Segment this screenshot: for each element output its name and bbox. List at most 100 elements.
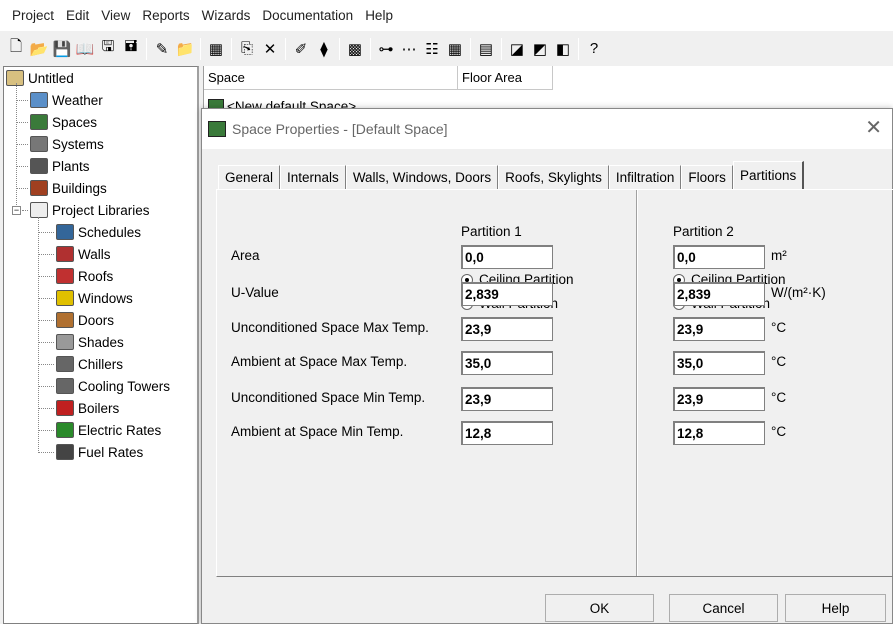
edit-icon[interactable]: ✐: [291, 39, 311, 59]
tree-connector: [22, 210, 28, 211]
tree-item-electric-rates[interactable]: Electric Rates: [56, 419, 161, 441]
tree-item-project-libraries[interactable]: Project Libraries: [30, 199, 150, 221]
p2-value-field[interactable]: 12,8: [673, 421, 765, 445]
project-tree: Untitled Weather Spaces Systems Plants Buildi…: [3, 66, 199, 624]
grid-view-icon[interactable]: ▦: [445, 39, 465, 59]
tree-item-spaces[interactable]: Spaces: [30, 111, 97, 133]
tree-item-label: Roofs: [78, 268, 114, 284]
tab-internals[interactable]: Internals: [280, 165, 346, 189]
tree-item-label: Spaces: [52, 114, 98, 130]
save-as-icon[interactable]: 🖫: [98, 38, 118, 59]
tree-item-label: Untitled: [28, 70, 74, 86]
menu-wizards[interactable]: Wizards: [196, 8, 257, 23]
save-all-icon[interactable]: 🖬: [121, 38, 141, 59]
tree-item-buildings[interactable]: Buildings: [30, 177, 107, 199]
row-label: U-Value: [231, 285, 279, 300]
ok-button[interactable]: OK: [545, 594, 654, 622]
pin-icon[interactable]: ⧫: [314, 39, 334, 59]
connect-icon[interactable]: ⋯: [399, 39, 419, 59]
tree-item-cooling-towers[interactable]: Cooling Towers: [56, 375, 170, 397]
book-icon[interactable]: 📖: [75, 39, 95, 59]
partition2-heading: Partition 2: [673, 224, 734, 239]
p1-value-field[interactable]: 23,9: [461, 387, 553, 411]
tree-connector: [38, 254, 54, 255]
new-icon[interactable]: 🗋: [6, 38, 26, 59]
folder-arrow-icon[interactable]: 📁: [175, 39, 195, 59]
menu-edit[interactable]: Edit: [60, 8, 95, 23]
column-divider: [636, 190, 638, 576]
wizard-icon[interactable]: ✎: [152, 39, 172, 59]
tree-item-boilers[interactable]: Boilers: [56, 397, 119, 419]
chart-icon[interactable]: ▩: [345, 39, 365, 59]
building-icon[interactable]: ▦: [206, 39, 226, 59]
p1-value-field[interactable]: 12,8: [461, 421, 553, 445]
menu-project[interactable]: Project: [6, 8, 60, 23]
p1-value-field[interactable]: 0,0: [461, 245, 553, 269]
p2-value-field[interactable]: 2,839: [673, 282, 765, 306]
cancel-button[interactable]: Cancel: [669, 594, 778, 622]
help-button[interactable]: Help: [785, 594, 886, 622]
report-icon[interactable]: ◪: [507, 39, 527, 59]
tree-connector: [38, 342, 54, 343]
tree-item-plants[interactable]: Plants: [30, 155, 90, 177]
tree-item-label: Weather: [52, 92, 103, 108]
plants-icon: [30, 158, 48, 174]
tree-connector: [38, 452, 54, 453]
tab-roofs-skylights[interactable]: Roofs, Skylights: [498, 165, 609, 189]
tab-floors[interactable]: Floors: [681, 165, 733, 189]
tree-connector: [38, 320, 54, 321]
toolbar-separator: [146, 37, 147, 60]
tree-item-walls[interactable]: Walls: [56, 243, 111, 265]
windows-icon: [56, 290, 74, 306]
toolbar-separator: [285, 37, 286, 60]
tree-item-label: Fuel Rates: [78, 444, 144, 460]
tree-view-icon[interactable]: ⊶: [376, 39, 396, 59]
p1-value-field[interactable]: 23,9: [461, 317, 553, 341]
open-icon[interactable]: 📂: [29, 39, 49, 59]
menu-reports[interactable]: Reports: [136, 8, 195, 23]
close-icon[interactable]: ✕: [865, 118, 882, 138]
collapse-icon[interactable]: −: [12, 206, 21, 215]
column-floor-area[interactable]: Floor Area: [458, 66, 553, 90]
chart-save-icon[interactable]: ◧: [553, 39, 573, 59]
tab-walls-windows-doors[interactable]: Walls, Windows, Doors: [345, 165, 499, 189]
tree-item-fuel-rates[interactable]: Fuel Rates: [56, 441, 143, 463]
list-view-icon[interactable]: ☷: [422, 39, 442, 59]
partition1-heading: Partition 1: [461, 224, 522, 239]
calculator-icon[interactable]: ▤: [476, 39, 496, 59]
tab-partitions[interactable]: Partitions: [732, 161, 805, 189]
tree-item-roofs[interactable]: Roofs: [56, 265, 113, 287]
tree-connector: [38, 298, 54, 299]
fuel-rates-icon: [56, 444, 74, 460]
menu-help[interactable]: Help: [359, 8, 399, 23]
tree-item-schedules[interactable]: Schedules: [56, 221, 141, 243]
p2-value-field[interactable]: 23,9: [673, 317, 765, 341]
tab-general[interactable]: General: [218, 165, 281, 189]
row-label: Area: [231, 248, 260, 263]
tree-item-doors[interactable]: Doors: [56, 309, 114, 331]
chart-edit-icon[interactable]: ◩: [530, 39, 550, 59]
buildings-icon: [30, 180, 48, 196]
tab-infiltration[interactable]: Infiltration: [608, 165, 682, 189]
project-book-icon: [6, 70, 24, 86]
tree-item-weather[interactable]: Weather: [30, 89, 103, 111]
delete-icon[interactable]: ✕: [260, 39, 280, 59]
p2-value-field[interactable]: 35,0: [673, 351, 765, 375]
partitions-panel: Partition 1 Partition 2 Ceiling Partitio…: [216, 189, 893, 577]
help-icon[interactable]: ?: [584, 39, 604, 59]
p2-value-field[interactable]: 0,0: [673, 245, 765, 269]
menu-documentation[interactable]: Documentation: [256, 8, 359, 23]
tree-item-chillers[interactable]: Chillers: [56, 353, 123, 375]
tree-item-shades[interactable]: Shades: [56, 331, 124, 353]
tree-item-windows[interactable]: Windows: [56, 287, 133, 309]
menu-view[interactable]: View: [95, 8, 136, 23]
p1-value-field[interactable]: 35,0: [461, 351, 553, 375]
p1-value-field[interactable]: 2,839: [461, 282, 553, 306]
p2-value-field[interactable]: 23,9: [673, 387, 765, 411]
column-space[interactable]: Space: [204, 66, 458, 90]
unit-label: W/(m²·K): [771, 285, 826, 300]
save-icon[interactable]: 💾: [52, 39, 72, 59]
copy-icon[interactable]: ⎘: [237, 39, 257, 59]
unit-label: m²: [771, 248, 787, 263]
tree-item-systems[interactable]: Systems: [30, 133, 104, 155]
